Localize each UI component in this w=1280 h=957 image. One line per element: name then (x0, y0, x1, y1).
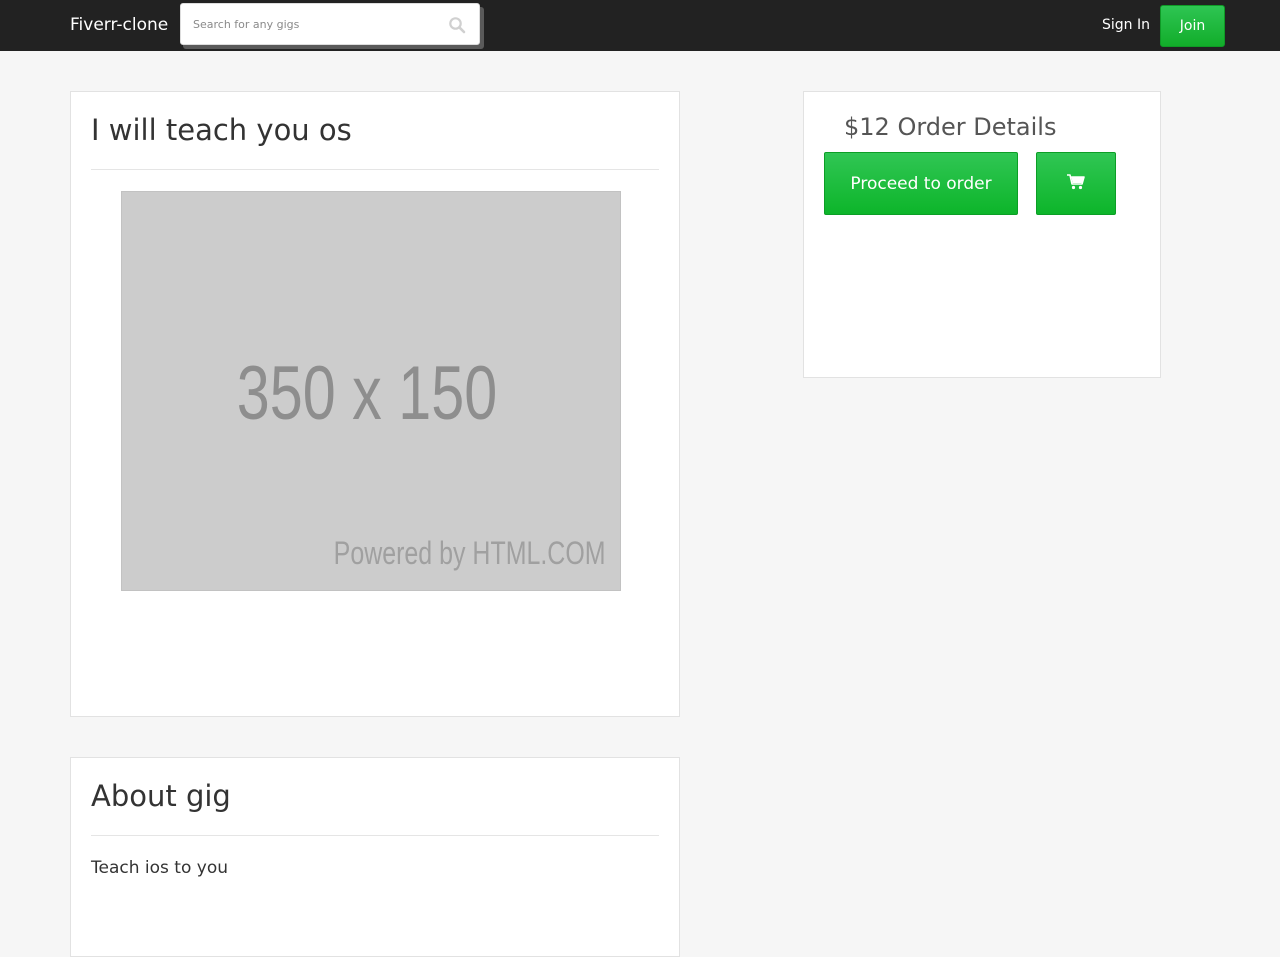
search-input[interactable] (193, 4, 443, 44)
add-to-cart-button[interactable] (1036, 152, 1116, 215)
placeholder-powered-text: Powered by HTML.COM (334, 535, 606, 571)
order-details-title: $12 Order Details (844, 113, 1057, 141)
gig-image-placeholder: 350 x 150 Powered by HTML.COM (121, 191, 621, 591)
top-navbar: Fiverr-clone Sign In Join (0, 0, 1280, 51)
sign-in-link[interactable]: Sign In (1102, 15, 1150, 35)
search-icon[interactable] (448, 16, 466, 34)
order-panel: $12 Order Details Proceed to order (803, 91, 1161, 378)
brand-logo-link[interactable]: Fiverr-clone (70, 13, 168, 37)
gig-title: I will teach you os (91, 113, 352, 147)
search-box (180, 3, 480, 45)
placeholder-size-text: 350 x 150 (236, 351, 498, 436)
about-title-divider (91, 835, 659, 836)
gig-title-divider (91, 169, 659, 170)
about-gig-description: Teach ios to you (91, 858, 228, 878)
gig-panel: I will teach you os 350 x 150 Powered by… (70, 91, 680, 717)
about-gig-panel: About gig Teach ios to you (70, 757, 680, 957)
about-gig-title: About gig (91, 779, 231, 813)
join-button[interactable]: Join (1160, 5, 1225, 47)
proceed-to-order-button[interactable]: Proceed to order (824, 152, 1018, 215)
shopping-cart-icon (1067, 173, 1085, 194)
